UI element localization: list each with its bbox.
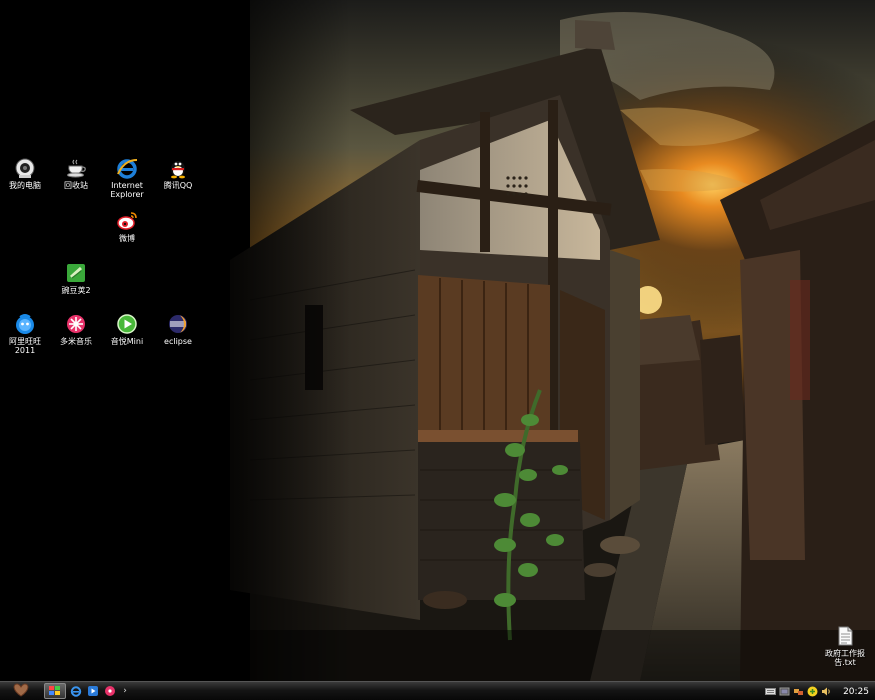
quick-launch-bar: › [44, 683, 130, 699]
desktop-icon-my-computer[interactable]: 我的电脑 [0, 157, 50, 190]
system-tray: 20:25 [757, 682, 875, 700]
quick-launch-show-desktop[interactable] [44, 683, 66, 699]
start-button[interactable] [0, 682, 42, 700]
desktop-icon-label: Internet Explorer [110, 181, 144, 199]
desktop-icon-tencent-qq[interactable]: 腾讯QQ [153, 157, 203, 190]
heart-start-icon [10, 682, 32, 700]
desktop-icon-label: 音悦Mini [110, 337, 144, 346]
taskbar: › 20:25 [0, 681, 875, 700]
recycle-bin-icon [65, 157, 87, 179]
desktop-icon-yinyue-mini[interactable]: 音悦Mini [102, 313, 152, 346]
my-computer-icon [14, 157, 36, 179]
desktop-icon-label: 政府工作报 告.txt [825, 649, 865, 667]
quick-launch-more-button[interactable]: › [120, 686, 130, 696]
eclipse-icon [167, 313, 189, 335]
desktop-icon-recycle-bin[interactable]: 回收站 [51, 157, 101, 190]
desktop-icon-wandoujia[interactable]: 豌豆荚2 [51, 262, 101, 295]
volume-icon[interactable] [821, 686, 832, 697]
keyboard-icon[interactable] [765, 686, 777, 697]
wandoujia-icon [65, 262, 87, 284]
desktop-icon-internet-explorer[interactable]: Internet Explorer [102, 157, 152, 199]
desktop-icon-label: 豌豆荚2 [61, 286, 91, 295]
desktop-icon-eclipse[interactable]: eclipse [153, 313, 203, 346]
internet-explorer-icon [116, 157, 138, 179]
desktop-icon-label: 回收站 [64, 181, 88, 190]
text-file-icon [834, 625, 856, 647]
desktop-icon-duomi-music[interactable]: 多米音乐 [51, 313, 101, 346]
qq-tray-icon[interactable] [807, 686, 818, 697]
desktop-icon-weibo[interactable]: 微博 [102, 210, 152, 243]
desktop-icon-label: 腾讯QQ [163, 181, 193, 190]
duomi-music-icon [104, 682, 116, 700]
network-icon[interactable] [793, 686, 804, 697]
desktop-icon-label: 多米音乐 [60, 337, 92, 346]
quick-launch-media-player[interactable] [86, 684, 100, 698]
internet-explorer-icon [70, 682, 82, 700]
desktop-icon-label: 我的电脑 [9, 181, 41, 190]
show-desktop-icon [48, 682, 62, 700]
qq-penguin-icon [167, 157, 189, 179]
duomi-music-icon [65, 313, 87, 335]
weibo-icon [116, 210, 138, 232]
yinyue-play-icon [116, 313, 138, 335]
desktop-icon-aliwangwang[interactable]: 阿里旺旺 2011 [0, 313, 50, 355]
desktop-icon-label: eclipse [164, 337, 192, 346]
aliwangwang-icon [14, 313, 36, 335]
taskbar-clock[interactable]: 20:25 [843, 687, 869, 697]
tray-app-icon[interactable] [779, 686, 790, 697]
desktop-icon-report-file[interactable]: 政府工作报 告.txt [818, 625, 872, 667]
media-player-icon [87, 682, 99, 700]
desktop-icon-label: 微博 [119, 234, 135, 243]
quick-launch-duomi-music[interactable] [103, 684, 117, 698]
desktop-icon-label: 阿里旺旺 2011 [9, 337, 41, 355]
quick-launch-internet-explorer[interactable] [69, 684, 83, 698]
